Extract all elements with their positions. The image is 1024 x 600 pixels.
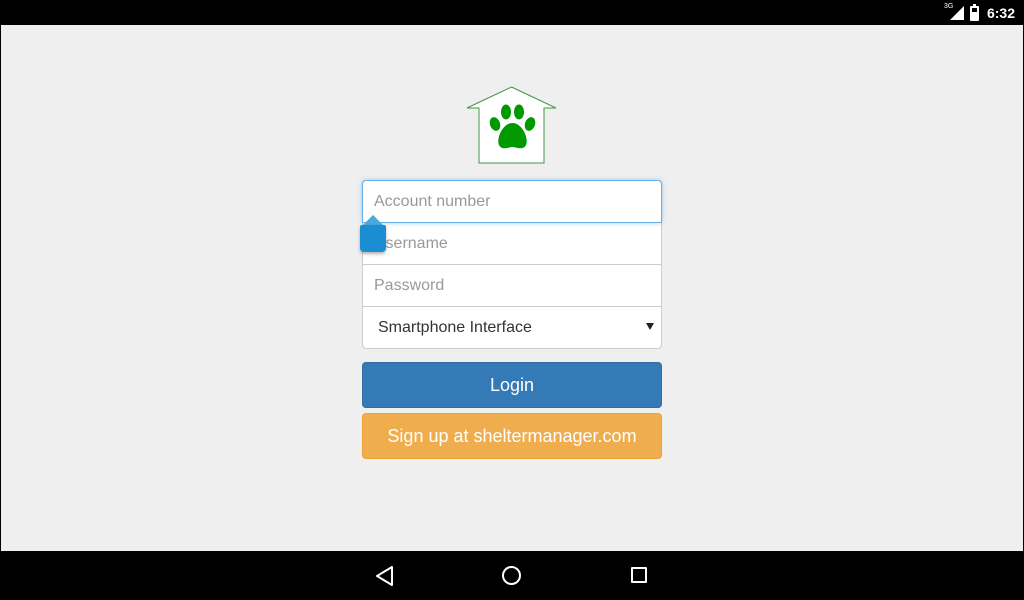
password-placeholder: Password — [374, 276, 445, 294]
login-button[interactable]: Login — [362, 362, 662, 408]
interface-select-value: Smartphone Interface — [378, 318, 532, 336]
back-icon[interactable] — [373, 565, 397, 587]
login-form: Account number Username Password Smartph… — [362, 180, 662, 349]
status-time: 6:32 — [986, 5, 1015, 21]
status-bar: 3G 6:32 — [1, 1, 1023, 25]
account-number-input[interactable]: Account number — [362, 180, 662, 223]
app-window: 3G 6:32 Account number Username Password… — [1, 1, 1023, 599]
home-icon[interactable] — [502, 566, 521, 585]
account-number-placeholder: Account number — [374, 192, 491, 210]
signup-button[interactable]: Sign up at sheltermanager.com — [362, 413, 662, 459]
battery-icon — [969, 3, 979, 21]
interface-select[interactable]: Smartphone Interface — [362, 306, 662, 349]
signal-icon: 3G — [944, 3, 964, 21]
status-icons: 3G 6:32 — [944, 1, 1015, 25]
recent-apps-icon[interactable] — [631, 567, 647, 583]
dropdown-caret-icon — [646, 323, 654, 330]
text-cursor-handle[interactable] — [360, 215, 387, 255]
paw-house-logo-icon — [466, 86, 557, 164]
navigation-bar — [1, 551, 1023, 599]
username-input[interactable]: Username — [362, 222, 662, 265]
password-input[interactable]: Password — [362, 264, 662, 307]
